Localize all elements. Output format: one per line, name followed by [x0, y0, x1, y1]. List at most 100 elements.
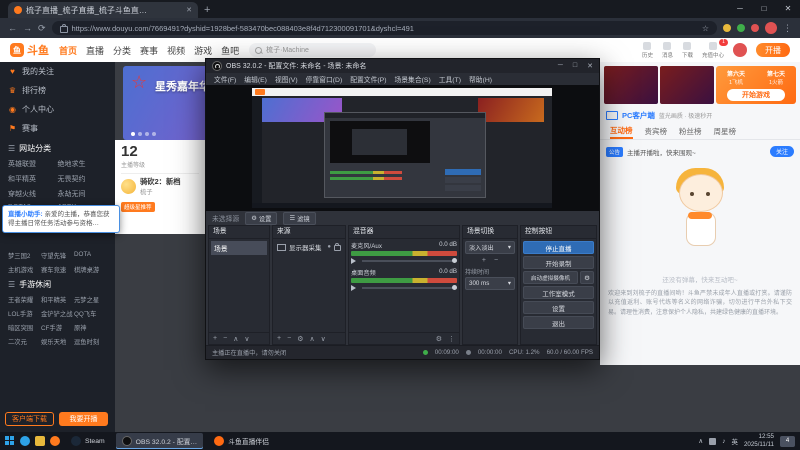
bookmark-star-icon[interactable]: ☆	[702, 24, 709, 33]
start-game-button[interactable]: 开始游戏	[727, 89, 785, 101]
scene-list-item[interactable]: 场景	[211, 241, 267, 255]
extension-icon[interactable]	[723, 24, 731, 32]
nav-esports[interactable]: 赛事	[140, 44, 158, 57]
category-link[interactable]: LOL手游	[8, 309, 41, 318]
speaker-icon[interactable]	[351, 285, 359, 291]
browser-taskbar-icon[interactable]	[20, 436, 30, 446]
extension-icon[interactable]	[737, 24, 745, 32]
stop-streaming-button[interactable]: 停止直播	[523, 241, 594, 254]
category-link[interactable]: 守望先锋	[41, 251, 74, 260]
move-source-up-icon[interactable]: ∧	[309, 335, 314, 343]
category-link[interactable]: 赛车竞速	[41, 265, 74, 274]
remove-transition-icon[interactable]: −	[494, 257, 498, 264]
transition-select[interactable]: 淡入淡出 ▾	[465, 241, 515, 254]
network-icon[interactable]	[709, 437, 717, 445]
taskbar-clock[interactable]: 12:55 2025/11/11	[744, 433, 774, 449]
nav-home[interactable]: 首页	[59, 44, 77, 57]
nav-games[interactable]: 游戏	[194, 44, 212, 57]
start-button-icon[interactable]	[5, 436, 15, 446]
follow-button[interactable]: 关注	[769, 146, 794, 157]
stepper-icon[interactable]: ▾	[508, 280, 511, 287]
source-list-item[interactable]: 显示器采集 ●	[275, 241, 343, 253]
client-download-button[interactable]: 客户端下载	[5, 412, 54, 426]
tab-vip[interactable]: 贵宾榜	[645, 126, 668, 137]
sidebar-item-following[interactable]: ♥ 我的关注	[0, 62, 115, 81]
tab-fans[interactable]: 粉丝榜	[679, 126, 702, 137]
browser-tab[interactable]: 梳子直播_梳子直播_梳子斗鱼直… ✕	[8, 2, 198, 18]
sidebar-item-profile[interactable]: ◉ 个人中心	[0, 100, 115, 119]
file-explorer-icon[interactable]	[35, 436, 45, 446]
source-properties-gear-icon[interactable]: ⚙	[297, 335, 303, 343]
menu-tools[interactable]: 工具(T)	[439, 74, 461, 84]
menu-file[interactable]: 文件(F)	[214, 74, 236, 84]
tab-interaction[interactable]: 互动榜	[610, 125, 633, 139]
nav-categories[interactable]: 分类	[113, 44, 131, 57]
go-live-button[interactable]: 开播	[756, 43, 790, 57]
exit-button[interactable]: 退出	[523, 316, 594, 329]
speaker-icon[interactable]	[351, 258, 359, 264]
category-link[interactable]: DOTA	[74, 251, 107, 260]
recharge-button[interactable]: 充值中心 1	[702, 38, 728, 59]
history-button[interactable]: 历史	[642, 41, 653, 59]
menu-help[interactable]: 帮助(H)	[469, 74, 492, 84]
desktop-volume-slider[interactable]	[362, 285, 457, 290]
add-source-icon[interactable]: +	[277, 335, 281, 342]
category-link[interactable]: 穿越火线	[8, 189, 58, 199]
volume-icon[interactable]: ♪	[722, 438, 725, 445]
search-input[interactable]: 梳子·Machine	[249, 43, 377, 57]
category-link[interactable]: 英雄联盟	[8, 159, 58, 169]
obs-title-bar[interactable]: OBS 32.0.2 - 配置文件: 未命名 - 场景: 未命名 ─ □ ✕	[206, 59, 599, 73]
new-tab-button[interactable]: +	[204, 2, 210, 18]
pc-client-promo[interactable]: PC客户端 蓝光画质 · 极速秒开	[606, 110, 712, 121]
mixer-dock-title[interactable]: 混音器	[349, 226, 459, 239]
category-link[interactable]: QQ飞车	[74, 309, 107, 318]
messages-button[interactable]: 消息	[662, 41, 673, 59]
menu-scene-collection[interactable]: 场景集合(S)	[394, 74, 430, 84]
tab-weekly-star[interactable]: 周星榜	[714, 126, 737, 137]
nav-yuba[interactable]: 鱼吧	[221, 44, 239, 57]
promo-thumbnail[interactable]	[604, 66, 658, 104]
category-link[interactable]: 娱乐天地	[41, 337, 74, 346]
user-avatar[interactable]	[733, 43, 747, 57]
banner-pagination[interactable]	[131, 132, 156, 136]
live-assistant-popup[interactable]: 直播小助手: 亲爱的主播，恭喜您获得主播日常任务活动参与资格…	[2, 205, 120, 234]
menu-view[interactable]: 视图(V)	[275, 74, 298, 84]
sources-dock-title[interactable]: 来源	[273, 226, 345, 239]
category-link[interactable]: 原神	[74, 323, 107, 332]
lock-icon[interactable]	[334, 243, 341, 251]
category-link[interactable]: 和平精英	[8, 174, 58, 184]
category-link[interactable]: 和平精英	[41, 295, 74, 304]
category-link[interactable]: CF手游	[41, 323, 74, 332]
category-link[interactable]: 王者荣耀	[8, 295, 41, 304]
mic-volume-slider[interactable]	[362, 258, 457, 263]
notification-center-badge[interactable]: 4	[780, 435, 795, 447]
obs-close-button[interactable]: ✕	[587, 62, 593, 70]
douyu-taskbar-icon[interactable]	[50, 436, 60, 446]
sidebar-item-esports[interactable]: ⚑ 赛事	[0, 119, 115, 138]
source-settings-button[interactable]: ⚙ 设置	[245, 211, 278, 225]
sidebar-item-ranking[interactable]: ♛ 排行榜	[0, 81, 115, 100]
back-icon[interactable]: ←	[8, 23, 17, 33]
controls-dock-title[interactable]: 控制按钮	[521, 226, 596, 239]
category-link[interactable]: 棋牌桌游	[74, 265, 107, 274]
browser-menu-icon[interactable]: ⋮	[783, 23, 792, 34]
start-recording-button[interactable]: 开始录制	[523, 256, 594, 269]
menu-edit[interactable]: 编辑(E)	[244, 74, 267, 84]
category-link[interactable]: 逗鱼时刻	[74, 337, 107, 346]
extension-icon[interactable]	[751, 24, 759, 32]
category-link[interactable]: 暗区突围	[8, 323, 41, 332]
language-indicator[interactable]: 英	[731, 436, 738, 446]
obs-minimize-button[interactable]: ─	[558, 62, 563, 70]
category-link[interactable]: 梦三国2	[8, 251, 41, 260]
nav-video[interactable]: 视频	[167, 44, 185, 57]
douyu-logo[interactable]: 鱼 斗鱼	[10, 42, 49, 58]
visibility-eye-icon[interactable]: ●	[327, 244, 331, 250]
obs-preview-area[interactable]	[206, 85, 599, 211]
category-link[interactable]: 永劫无间	[58, 189, 108, 199]
transitions-dock-title[interactable]: 场景切换	[463, 226, 517, 239]
minimize-button[interactable]: ─	[728, 0, 752, 18]
stream-title[interactable]: 骑砍2：新档	[140, 177, 181, 187]
menu-docks[interactable]: 停靠窗口(D)	[306, 74, 343, 84]
promo-thumbnail[interactable]	[660, 66, 714, 104]
mixer-more-icon[interactable]: ⋮	[448, 335, 455, 343]
